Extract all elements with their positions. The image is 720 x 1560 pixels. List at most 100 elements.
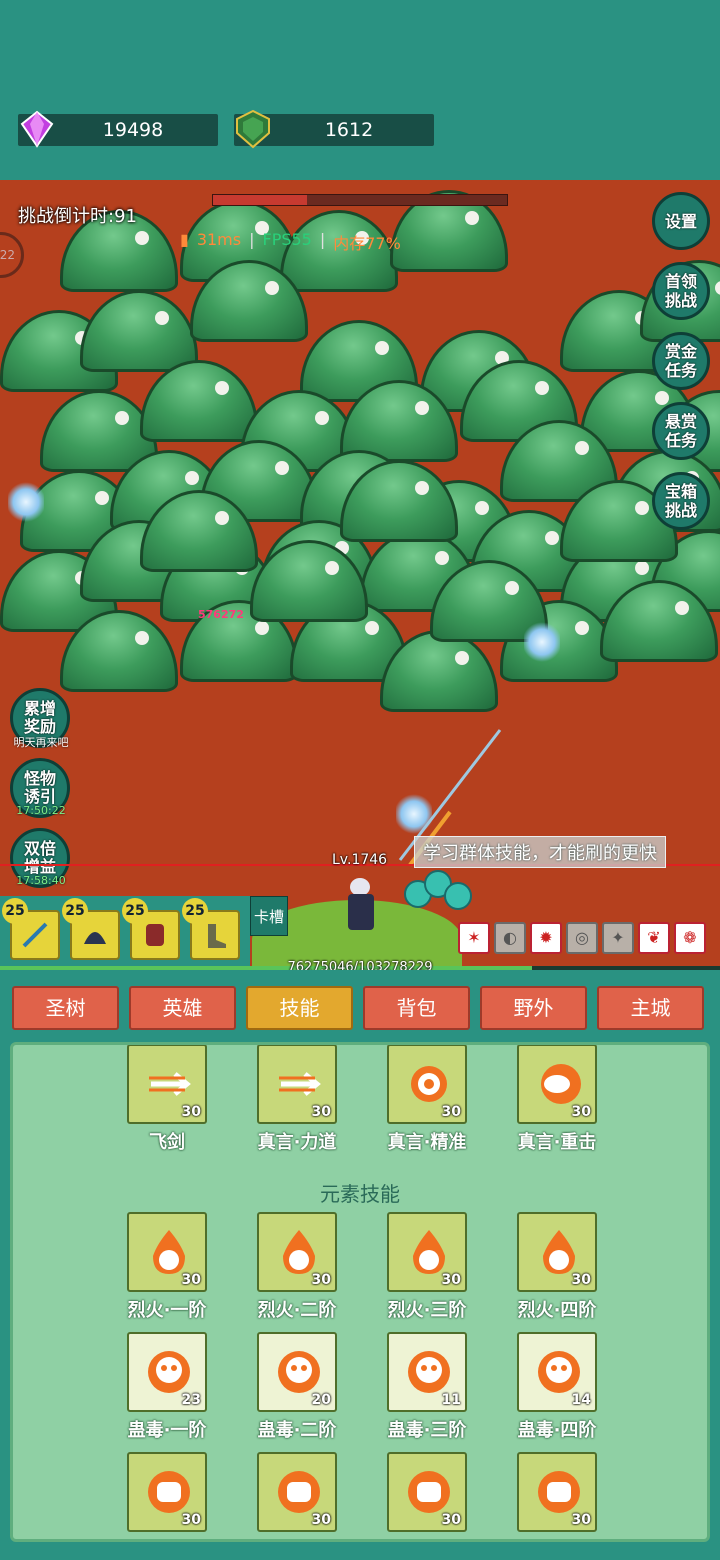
tab-main-city[interactable]: 主城 bbox=[597, 986, 704, 1030]
buff-icon[interactable]: ✹ bbox=[530, 922, 562, 954]
card-helmet[interactable]: 25 bbox=[62, 898, 120, 960]
skill-level: 30 bbox=[571, 1512, 591, 1528]
skill-icon-frame[interactable]: 30 bbox=[517, 1452, 597, 1532]
reward-quest-button[interactable]: 悬赏 任务 bbox=[652, 402, 710, 460]
slime-monster bbox=[80, 290, 198, 372]
skill-name: 真言·力道 bbox=[257, 1132, 337, 1153]
offscreen-badge[interactable]: 22 bbox=[0, 232, 24, 278]
skill-icon-frame[interactable]: 30 bbox=[127, 1212, 207, 1292]
double-boost-timer: 17:58:40 bbox=[16, 874, 66, 887]
skill-icon-frame[interactable]: 23 bbox=[127, 1332, 207, 1412]
buff-icon[interactable]: ◐ bbox=[494, 922, 526, 954]
skill-name: 蛊毒·一阶 bbox=[127, 1420, 207, 1441]
accumulated-reward-status: 明天再来吧 bbox=[13, 736, 69, 749]
tornado-effect bbox=[8, 480, 44, 524]
skill-level: 30 bbox=[181, 1104, 201, 1120]
skill-level: 30 bbox=[311, 1512, 331, 1528]
boots-icon bbox=[208, 924, 226, 948]
skill-level: 30 bbox=[181, 1512, 201, 1528]
ping-text: 31ms bbox=[196, 230, 242, 249]
skill-level: 30 bbox=[441, 1272, 461, 1288]
card-armor[interactable]: 25 bbox=[122, 898, 180, 960]
skill-fire[interactable]: 30 烈火·一阶 bbox=[127, 1212, 207, 1322]
skill-fire[interactable]: 30 烈火·四阶 bbox=[517, 1212, 597, 1322]
skill-level: 30 bbox=[441, 1512, 461, 1528]
skill-fire[interactable]: 30 烈火·二阶 bbox=[257, 1212, 337, 1322]
skill-level: 23 bbox=[181, 1392, 201, 1408]
card-sword[interactable]: 25 bbox=[2, 898, 60, 960]
skill-icon-frame[interactable]: 30 bbox=[517, 1212, 597, 1292]
skill-panel[interactable]: 30 飞剑 30 真言·力道 30 真言·精准 30 真言·重击 30 烈火·一阶 30 烈火·二阶 3… bbox=[10, 1042, 710, 1542]
hero-character[interactable] bbox=[340, 878, 380, 934]
skill-icon-frame[interactable]: 30 bbox=[257, 1045, 337, 1124]
skill-icon-frame[interactable]: 30 bbox=[387, 1045, 467, 1124]
tab-skills[interactable]: 技能 bbox=[246, 986, 353, 1030]
buff-bar: ✶ ◐ ✹ ◎ ✦ ❦ ❁ bbox=[458, 922, 706, 954]
battlefield[interactable]: 挑战倒计时:91 ▮ 31ms | FPS55 | 内存77% 22 设置 首领… bbox=[0, 180, 720, 970]
card-bar: 25 25 25 25 bbox=[0, 896, 250, 968]
tab-sacred-tree[interactable]: 圣树 bbox=[12, 986, 119, 1030]
boss-challenge-button[interactable]: 首领 挑战 bbox=[652, 262, 710, 320]
monster-lure-timer: 17:50:22 bbox=[16, 804, 66, 817]
bounty-quest-button[interactable]: 赏金 任务 bbox=[652, 332, 710, 390]
section-title-elements: 元素技能 bbox=[320, 1182, 400, 1206]
skill-mantra-strength[interactable]: 30 真言·力道 bbox=[257, 1045, 337, 1154]
skill-poison[interactable]: 14 蛊毒·四阶 bbox=[517, 1332, 597, 1442]
skill-icon-frame[interactable]: 30 bbox=[387, 1212, 467, 1292]
helmet-icon bbox=[84, 932, 106, 944]
skill-icon-frame[interactable]: 30 bbox=[127, 1045, 207, 1124]
skill-element[interactable]: 30 bbox=[257, 1452, 337, 1532]
buff-icon[interactable]: ✶ bbox=[458, 922, 490, 954]
skill-level: 30 bbox=[181, 1272, 201, 1288]
tab-wilds[interactable]: 野外 bbox=[480, 986, 587, 1030]
skill-icon-frame[interactable]: 11 bbox=[387, 1332, 467, 1412]
gem-counter[interactable]: 19498 bbox=[18, 110, 218, 148]
armor-icon bbox=[146, 924, 164, 946]
skill-poison[interactable]: 20 蛊毒·二阶 bbox=[257, 1332, 337, 1442]
skill-icon-frame[interactable]: 30 bbox=[257, 1212, 337, 1292]
skill-level: 30 bbox=[311, 1104, 331, 1120]
buff-icon[interactable]: ❁ bbox=[674, 922, 706, 954]
spirit-tree bbox=[404, 870, 474, 914]
shield-value: 1612 bbox=[324, 119, 374, 141]
buff-icon[interactable]: ❦ bbox=[638, 922, 670, 954]
gem-value: 19498 bbox=[102, 119, 164, 141]
skill-poison[interactable]: 11 蛊毒·三阶 bbox=[387, 1332, 467, 1442]
hint-tooltip: 学习群体技能，才能刷的更快 bbox=[414, 836, 666, 868]
buff-icon[interactable]: ✦ bbox=[602, 922, 634, 954]
skill-element[interactable]: 30 bbox=[127, 1452, 207, 1532]
skill-level: 11 bbox=[441, 1392, 461, 1408]
shield-counter[interactable]: 1612 bbox=[234, 109, 434, 149]
skill-flying-sword[interactable]: 30 飞剑 bbox=[127, 1045, 207, 1154]
challenge-timer: 挑战倒计时:91 bbox=[18, 206, 137, 227]
skill-fire[interactable]: 30 烈火·三阶 bbox=[387, 1212, 467, 1322]
skill-icon-frame[interactable]: 30 bbox=[517, 1045, 597, 1124]
skill-element[interactable]: 30 bbox=[517, 1452, 597, 1532]
skill-target[interactable]: 30 真言·精准 bbox=[387, 1045, 467, 1154]
card-boots[interactable]: 25 bbox=[182, 898, 240, 960]
skill-level: 20 bbox=[311, 1392, 331, 1408]
card-slot-button[interactable]: 卡槽 bbox=[250, 896, 288, 936]
tab-backpack[interactable]: 背包 bbox=[363, 986, 470, 1030]
tornado-effect bbox=[524, 620, 560, 664]
skill-poison[interactable]: 23 蛊毒·一阶 bbox=[127, 1332, 207, 1442]
chest-challenge-button[interactable]: 宝箱 挑战 bbox=[652, 472, 710, 530]
hero-level: Lv.1746 bbox=[332, 852, 388, 868]
skill-name: 蛊毒·四阶 bbox=[517, 1420, 597, 1441]
skill-element[interactable]: 30 bbox=[387, 1452, 467, 1532]
skill-icon-frame[interactable]: 30 bbox=[127, 1452, 207, 1532]
boss-hp-bar bbox=[212, 194, 508, 206]
skill-icon-frame[interactable]: 14 bbox=[517, 1332, 597, 1412]
skill-name: 飞剑 bbox=[149, 1132, 185, 1153]
skill-level: 30 bbox=[571, 1104, 591, 1120]
skill-icon-frame[interactable]: 30 bbox=[387, 1452, 467, 1532]
skill-icon-frame[interactable]: 30 bbox=[257, 1452, 337, 1532]
skill-icon-frame[interactable]: 20 bbox=[257, 1332, 337, 1412]
slime-monster bbox=[140, 360, 258, 442]
skill-name: 烈火·二阶 bbox=[257, 1300, 337, 1321]
skill-fist[interactable]: 30 真言·重击 bbox=[517, 1045, 597, 1154]
tab-heroes[interactable]: 英雄 bbox=[129, 986, 236, 1030]
top-bar: 19498 1612 bbox=[0, 0, 720, 180]
buff-icon[interactable]: ◎ bbox=[566, 922, 598, 954]
settings-button[interactable]: 设置 bbox=[652, 192, 710, 250]
